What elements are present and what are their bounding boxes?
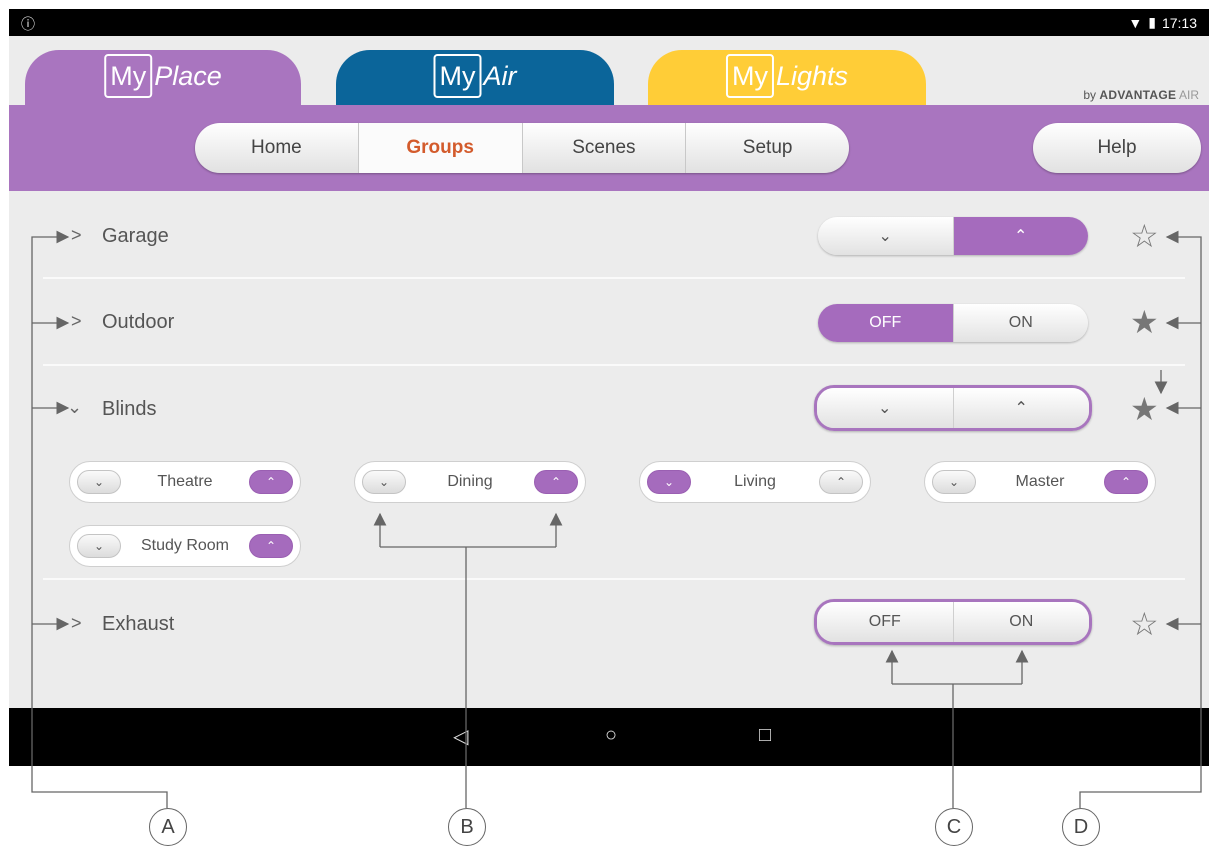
callout-d: D xyxy=(1062,808,1100,846)
callout-b: B xyxy=(448,808,486,846)
callout-c: C xyxy=(935,808,973,846)
callout-a: A xyxy=(149,808,187,846)
annotation-lines xyxy=(31,230,1202,808)
